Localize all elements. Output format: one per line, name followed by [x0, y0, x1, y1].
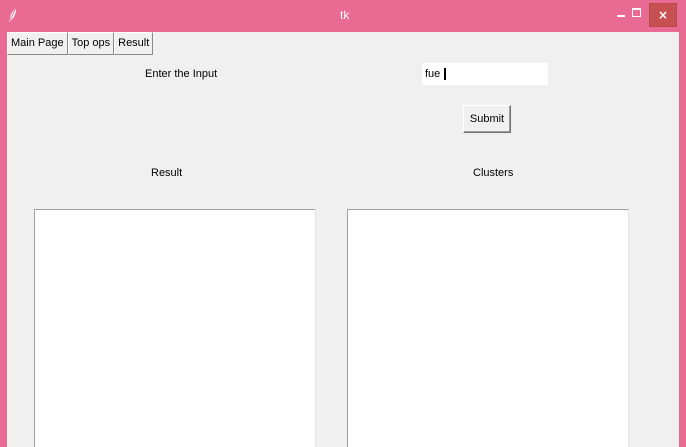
- text-caret: [444, 68, 446, 80]
- title-bar[interactable]: tk ×: [0, 0, 686, 32]
- window-title: tk: [340, 8, 350, 22]
- tab-main-page[interactable]: Main Page: [7, 32, 68, 55]
- tab-result[interactable]: Result: [114, 32, 154, 55]
- app-window: tk × Main Page Top ops Result Enter the …: [0, 0, 686, 447]
- close-icon: ×: [657, 8, 669, 22]
- tab-bar: Main Page Top ops Result: [7, 32, 154, 56]
- maximize-icon: [632, 8, 641, 17]
- clusters-label: Clusters: [473, 167, 514, 179]
- submit-button[interactable]: Submit: [463, 105, 511, 133]
- feather-icon: [9, 9, 16, 22]
- close-button[interactable]: ×: [649, 3, 677, 27]
- clusters-textbox[interactable]: [347, 209, 629, 447]
- tab-top-ops[interactable]: Top ops: [67, 32, 115, 55]
- maximize-button[interactable]: [627, 4, 647, 26]
- result-textbox[interactable]: [34, 209, 316, 447]
- search-input[interactable]: [422, 63, 548, 85]
- input-label: Enter the Input: [145, 68, 218, 80]
- client-area: Main Page Top ops Result Enter the Input…: [7, 32, 679, 447]
- minimize-icon: [617, 15, 625, 17]
- result-label: Result: [151, 167, 183, 179]
